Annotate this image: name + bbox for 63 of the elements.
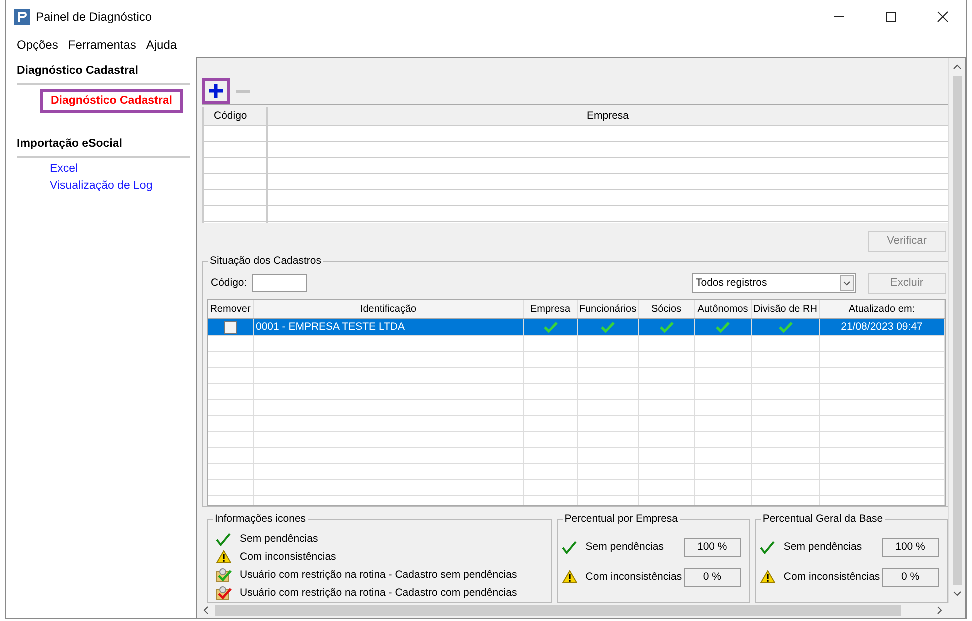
warning-icon [562, 570, 578, 584]
percent-value: 0 % [882, 568, 939, 586]
check-icon [216, 532, 231, 546]
code-label: Código: [211, 277, 248, 289]
column-header: Divisão de RH [752, 300, 820, 318]
table-row[interactable]: 0001 - EMPRESA TESTE LTDA 21/08/2023 09:47 [208, 319, 945, 336]
menu-item[interactable]: Ajuda [146, 38, 178, 52]
user-check-icon [216, 568, 232, 582]
sidebar-link[interactable]: Visualização de Log [50, 179, 153, 193]
plus-icon [208, 83, 224, 99]
add-button[interactable] [202, 78, 230, 104]
scroll-left-icon[interactable] [203, 606, 209, 615]
scroll-thumb[interactable] [215, 605, 901, 616]
column-header: Empresa [524, 300, 578, 318]
column-header: Autônomos [695, 300, 752, 318]
remove-checkbox[interactable] [224, 320, 237, 334]
warning-icon [760, 570, 776, 584]
percent-label: Com inconsistências [586, 571, 684, 583]
sidebar-link[interactable]: Diagnóstico Cadastral [40, 89, 184, 113]
scroll-down-icon[interactable] [952, 591, 962, 597]
group-title: Percentual por Empresa [562, 513, 680, 525]
column-header: Remover [208, 300, 254, 318]
column-header: Empresa [586, 109, 630, 124]
percent-value: 100 % [684, 538, 741, 556]
percent-value: 100 % [882, 538, 939, 556]
legend-text: Sem pendências [240, 533, 318, 545]
code-field[interactable] [252, 274, 308, 292]
minus-icon [236, 90, 250, 92]
table-cell: 21/08/2023 09:47 [820, 319, 945, 335]
menu-item[interactable]: Ferramentas [68, 38, 136, 52]
menu-item[interactable]: Opções [17, 38, 58, 52]
percent-label: Com inconsistências [784, 571, 882, 583]
column-header: Sócios [639, 300, 695, 318]
maximize-icon[interactable] [885, 11, 897, 23]
group-title: Informações icones [213, 513, 308, 525]
close-icon[interactable] [937, 11, 949, 23]
check-icon [562, 540, 577, 554]
user-error-icon [216, 586, 232, 600]
column-header: Identificação [254, 300, 524, 318]
percent-label: Sem pendências [586, 541, 665, 553]
legend-text: Com inconsistências [240, 551, 336, 563]
warning-icon [216, 550, 232, 564]
filter-dropdown[interactable]: Todos registros [692, 273, 856, 293]
sidebar-link[interactable]: Excel [50, 162, 78, 176]
percent-value: 0 % [684, 568, 741, 586]
group-title: Percentual Geral da Base [760, 513, 886, 525]
group-title: Situação dos Cadastros [208, 255, 324, 267]
vertical-scrollbar[interactable] [948, 58, 965, 603]
window-title: Painel de Diagnóstico [36, 10, 152, 24]
legend-text: Usuário com restrição na rotina - Cadastro com pendências [240, 587, 518, 599]
column-header: Funcionários [578, 300, 639, 318]
legend-text: Usuário com restrição na rotina - Cadastro sem pendências [240, 569, 518, 581]
column-header: Atualizado em: [820, 300, 945, 318]
column-header: Código [204, 107, 268, 125]
sidebar-section-title: Diagnóstico Cadastral [17, 65, 190, 85]
table-cell: 0001 - EMPRESA TESTE LTDA [254, 319, 524, 335]
scroll-right-icon[interactable] [937, 606, 943, 615]
app-icon [14, 9, 30, 25]
sidebar-section-title: Importação eSocial [17, 138, 190, 158]
scroll-thumb[interactable] [952, 76, 962, 585]
percent-label: Sem pendências [784, 541, 864, 553]
check-icon [760, 540, 775, 554]
scroll-up-icon[interactable] [952, 64, 962, 70]
